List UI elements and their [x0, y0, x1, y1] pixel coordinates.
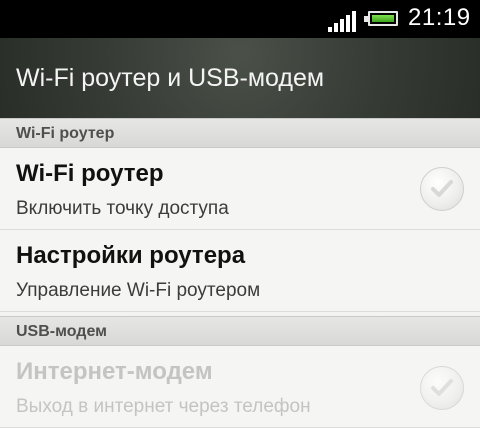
internet-modem-checkbox[interactable] — [420, 366, 464, 410]
section-header-label: Wi-Fi роутер — [16, 125, 115, 142]
router-settings-title: Настройки роутера — [16, 242, 246, 269]
section-header-wifi: Wi-Fi роутер — [0, 118, 480, 148]
router-settings-row[interactable]: Настройки роутера Управление Wi-Fi роуте… — [0, 230, 480, 312]
wifi-router-checkbox[interactable] — [420, 167, 464, 211]
section-header-usb: USB-модем — [0, 316, 480, 346]
router-settings-subtitle: Управление Wi-Fi роутером — [16, 280, 261, 301]
status-time: 21:19 — [408, 4, 471, 31]
internet-modem-toggle-row[interactable]: Интернет-модем Выход в интернет через те… — [0, 346, 480, 428]
internet-modem-title: Интернет-модем — [16, 358, 213, 385]
page-title: Wi-Fi роутер и USB-модем — [16, 64, 325, 92]
wifi-router-toggle-row[interactable]: Wi-Fi роутер Включить точку доступа — [0, 148, 480, 230]
wifi-router-subtitle: Включить точку доступа — [16, 198, 229, 219]
status-bar: 21:19 — [0, 0, 480, 38]
section-header-label: USB-модем — [16, 323, 107, 340]
checkmark-icon — [431, 180, 453, 197]
signal-bars-icon — [328, 10, 356, 32]
checkmark-icon — [431, 379, 453, 396]
title-bar: Wi-Fi роутер и USB-модем — [0, 38, 480, 119]
internet-modem-subtitle: Выход в интернет через телефон — [16, 396, 311, 417]
battery-icon — [364, 11, 398, 26]
wifi-router-title: Wi-Fi роутер — [16, 160, 164, 187]
